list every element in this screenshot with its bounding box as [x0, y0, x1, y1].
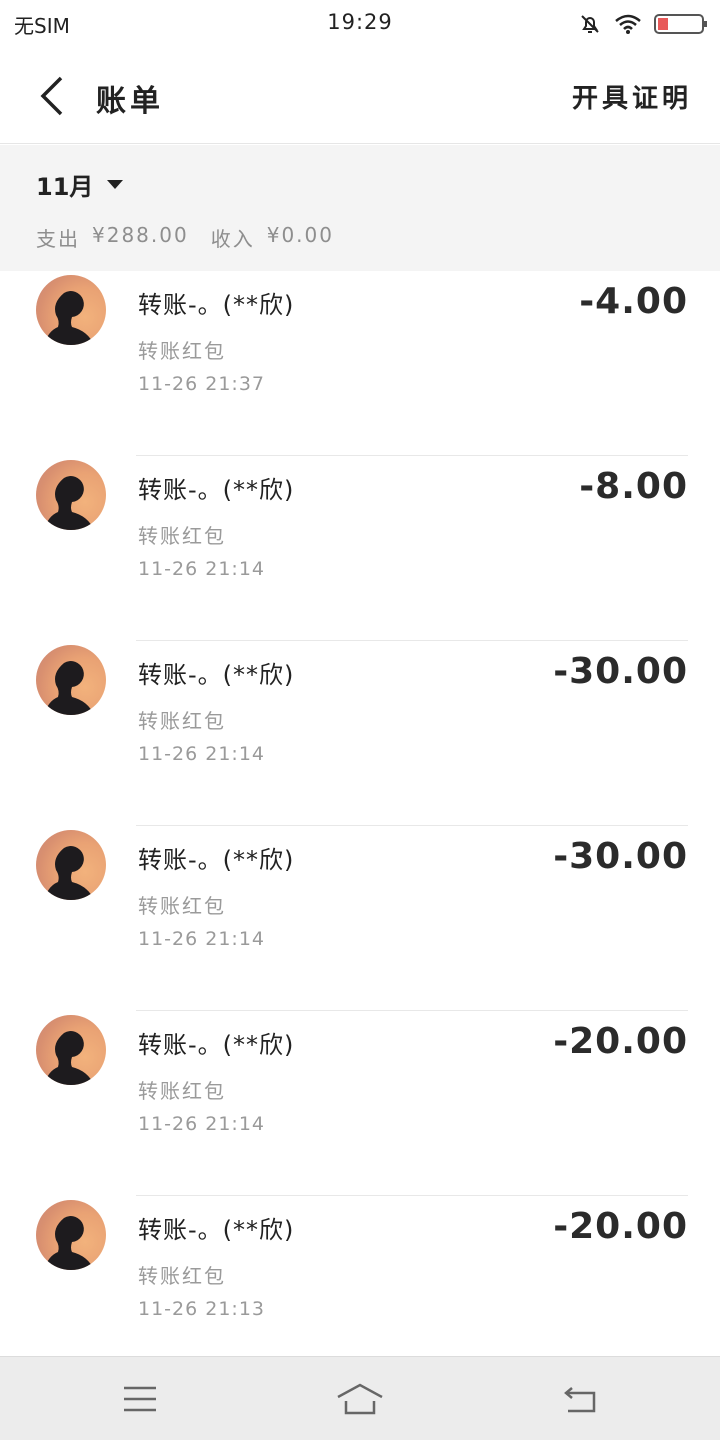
- summary-totals: 支出 ¥288.00 收入 ¥0.00: [36, 223, 334, 252]
- transaction-item[interactable]: 转账-。(**欣) 转账红包 11-26 21:14 -20.00: [0, 1011, 720, 1196]
- back-icon: [564, 1387, 596, 1413]
- expense-total: 支出 ¥288.00: [36, 223, 189, 252]
- transaction-type: 转账红包: [138, 524, 226, 548]
- avatar: [36, 830, 106, 900]
- status-bar: 无SIM 19:29: [0, 0, 720, 48]
- battery-low-icon: [654, 13, 708, 35]
- home-icon: [337, 1383, 383, 1415]
- status-icons: [578, 10, 708, 38]
- transaction-amount: -8.00: [579, 466, 688, 507]
- transaction-name: 转账-。(**欣): [138, 291, 295, 319]
- transaction-time: 11-26 21:37: [138, 373, 266, 395]
- income-value: ¥0.00: [266, 223, 334, 247]
- avatar: [36, 275, 106, 345]
- menu-button[interactable]: [116, 1379, 164, 1419]
- home-button[interactable]: [336, 1379, 384, 1419]
- transaction-type: 转账红包: [138, 1264, 226, 1288]
- chevron-left-icon: [40, 76, 63, 116]
- system-nav-bar: [0, 1356, 720, 1440]
- wifi-icon: [614, 13, 642, 35]
- transaction-time: 11-26 21:14: [138, 928, 266, 950]
- transaction-item[interactable]: 转账-。(**欣) 转账红包 11-26 21:14 -30.00: [0, 826, 720, 1011]
- transaction-time: 11-26 21:14: [138, 558, 266, 580]
- transaction-amount: -20.00: [553, 1021, 688, 1062]
- transaction-amount: -20.00: [553, 1206, 688, 1247]
- page-title: 账单: [96, 84, 164, 119]
- menu-icon: [124, 1386, 156, 1412]
- avatar: [36, 645, 106, 715]
- bill-screen: 无SIM 19:29 账单 开具证明 11月 支出 ¥288.00 收入 ¥0.…: [0, 0, 720, 1440]
- transaction-name: 转账-。(**欣): [138, 476, 295, 504]
- transaction-name: 转账-。(**欣): [138, 846, 295, 874]
- transaction-time: 11-26 21:13: [138, 1298, 266, 1320]
- expense-value: ¥288.00: [92, 223, 189, 247]
- back-button[interactable]: [28, 72, 76, 120]
- transaction-type: 转账红包: [138, 894, 226, 918]
- month-summary: 11月 支出 ¥288.00 收入 ¥0.00: [0, 145, 720, 271]
- transaction-amount: -30.00: [553, 836, 688, 877]
- transaction-name: 转账-。(**欣): [138, 1031, 295, 1059]
- income-total: 收入 ¥0.00: [211, 223, 334, 252]
- expense-label: 支出: [36, 227, 80, 251]
- transaction-type: 转账红包: [138, 709, 226, 733]
- header: 账单 开具证明: [0, 48, 720, 144]
- income-label: 收入: [210, 227, 255, 251]
- transaction-name: 转账-。(**欣): [138, 661, 295, 689]
- avatar: [36, 460, 106, 530]
- transaction-type: 转账红包: [138, 1079, 226, 1103]
- back-nav-button[interactable]: [556, 1379, 604, 1419]
- month-selector[interactable]: 11月: [36, 167, 124, 202]
- transaction-item[interactable]: 转账-。(**欣) 转账红包 11-26 21:37 -4.00: [0, 271, 720, 456]
- transaction-amount: -30.00: [553, 651, 688, 692]
- caret-down-icon: [107, 180, 124, 189]
- transaction-time: 11-26 21:14: [138, 743, 266, 765]
- transaction-type: 转账红包: [138, 339, 226, 363]
- transaction-list: 转账-。(**欣) 转账红包 11-26 21:37 -4.00 转账-。(**…: [0, 271, 720, 1356]
- avatar: [36, 1200, 106, 1270]
- month-label: 11月: [36, 173, 94, 201]
- transaction-name: 转账-。(**欣): [138, 1216, 295, 1244]
- avatar: [36, 1015, 106, 1085]
- transaction-item[interactable]: 转账-。(**欣) 转账红包 11-26 21:14 -8.00: [0, 456, 720, 641]
- issue-certificate-button[interactable]: 开具证明: [572, 78, 692, 115]
- bell-off-icon: [578, 12, 602, 36]
- transaction-item[interactable]: 转账-。(**欣) 转账红包 11-26 21:13 -20.00: [0, 1196, 720, 1356]
- transaction-time: 11-26 21:14: [138, 1113, 266, 1135]
- transaction-amount: -4.00: [579, 281, 688, 322]
- transaction-item[interactable]: 转账-。(**欣) 转账红包 11-26 21:14 -30.00: [0, 641, 720, 826]
